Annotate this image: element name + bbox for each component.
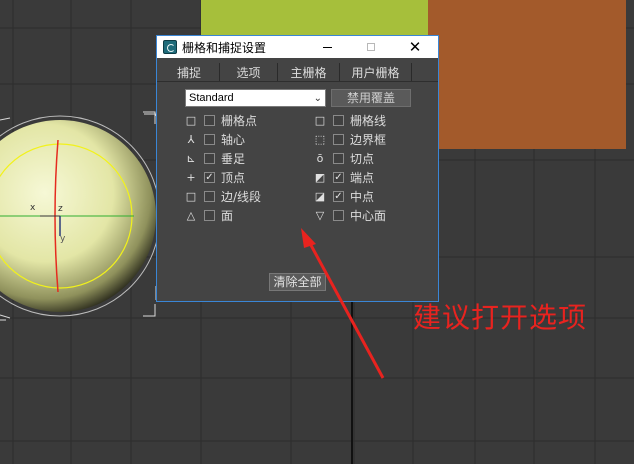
annotation-arrow — [301, 228, 385, 379]
annotation-text: 建议打开选项 — [413, 301, 588, 334]
